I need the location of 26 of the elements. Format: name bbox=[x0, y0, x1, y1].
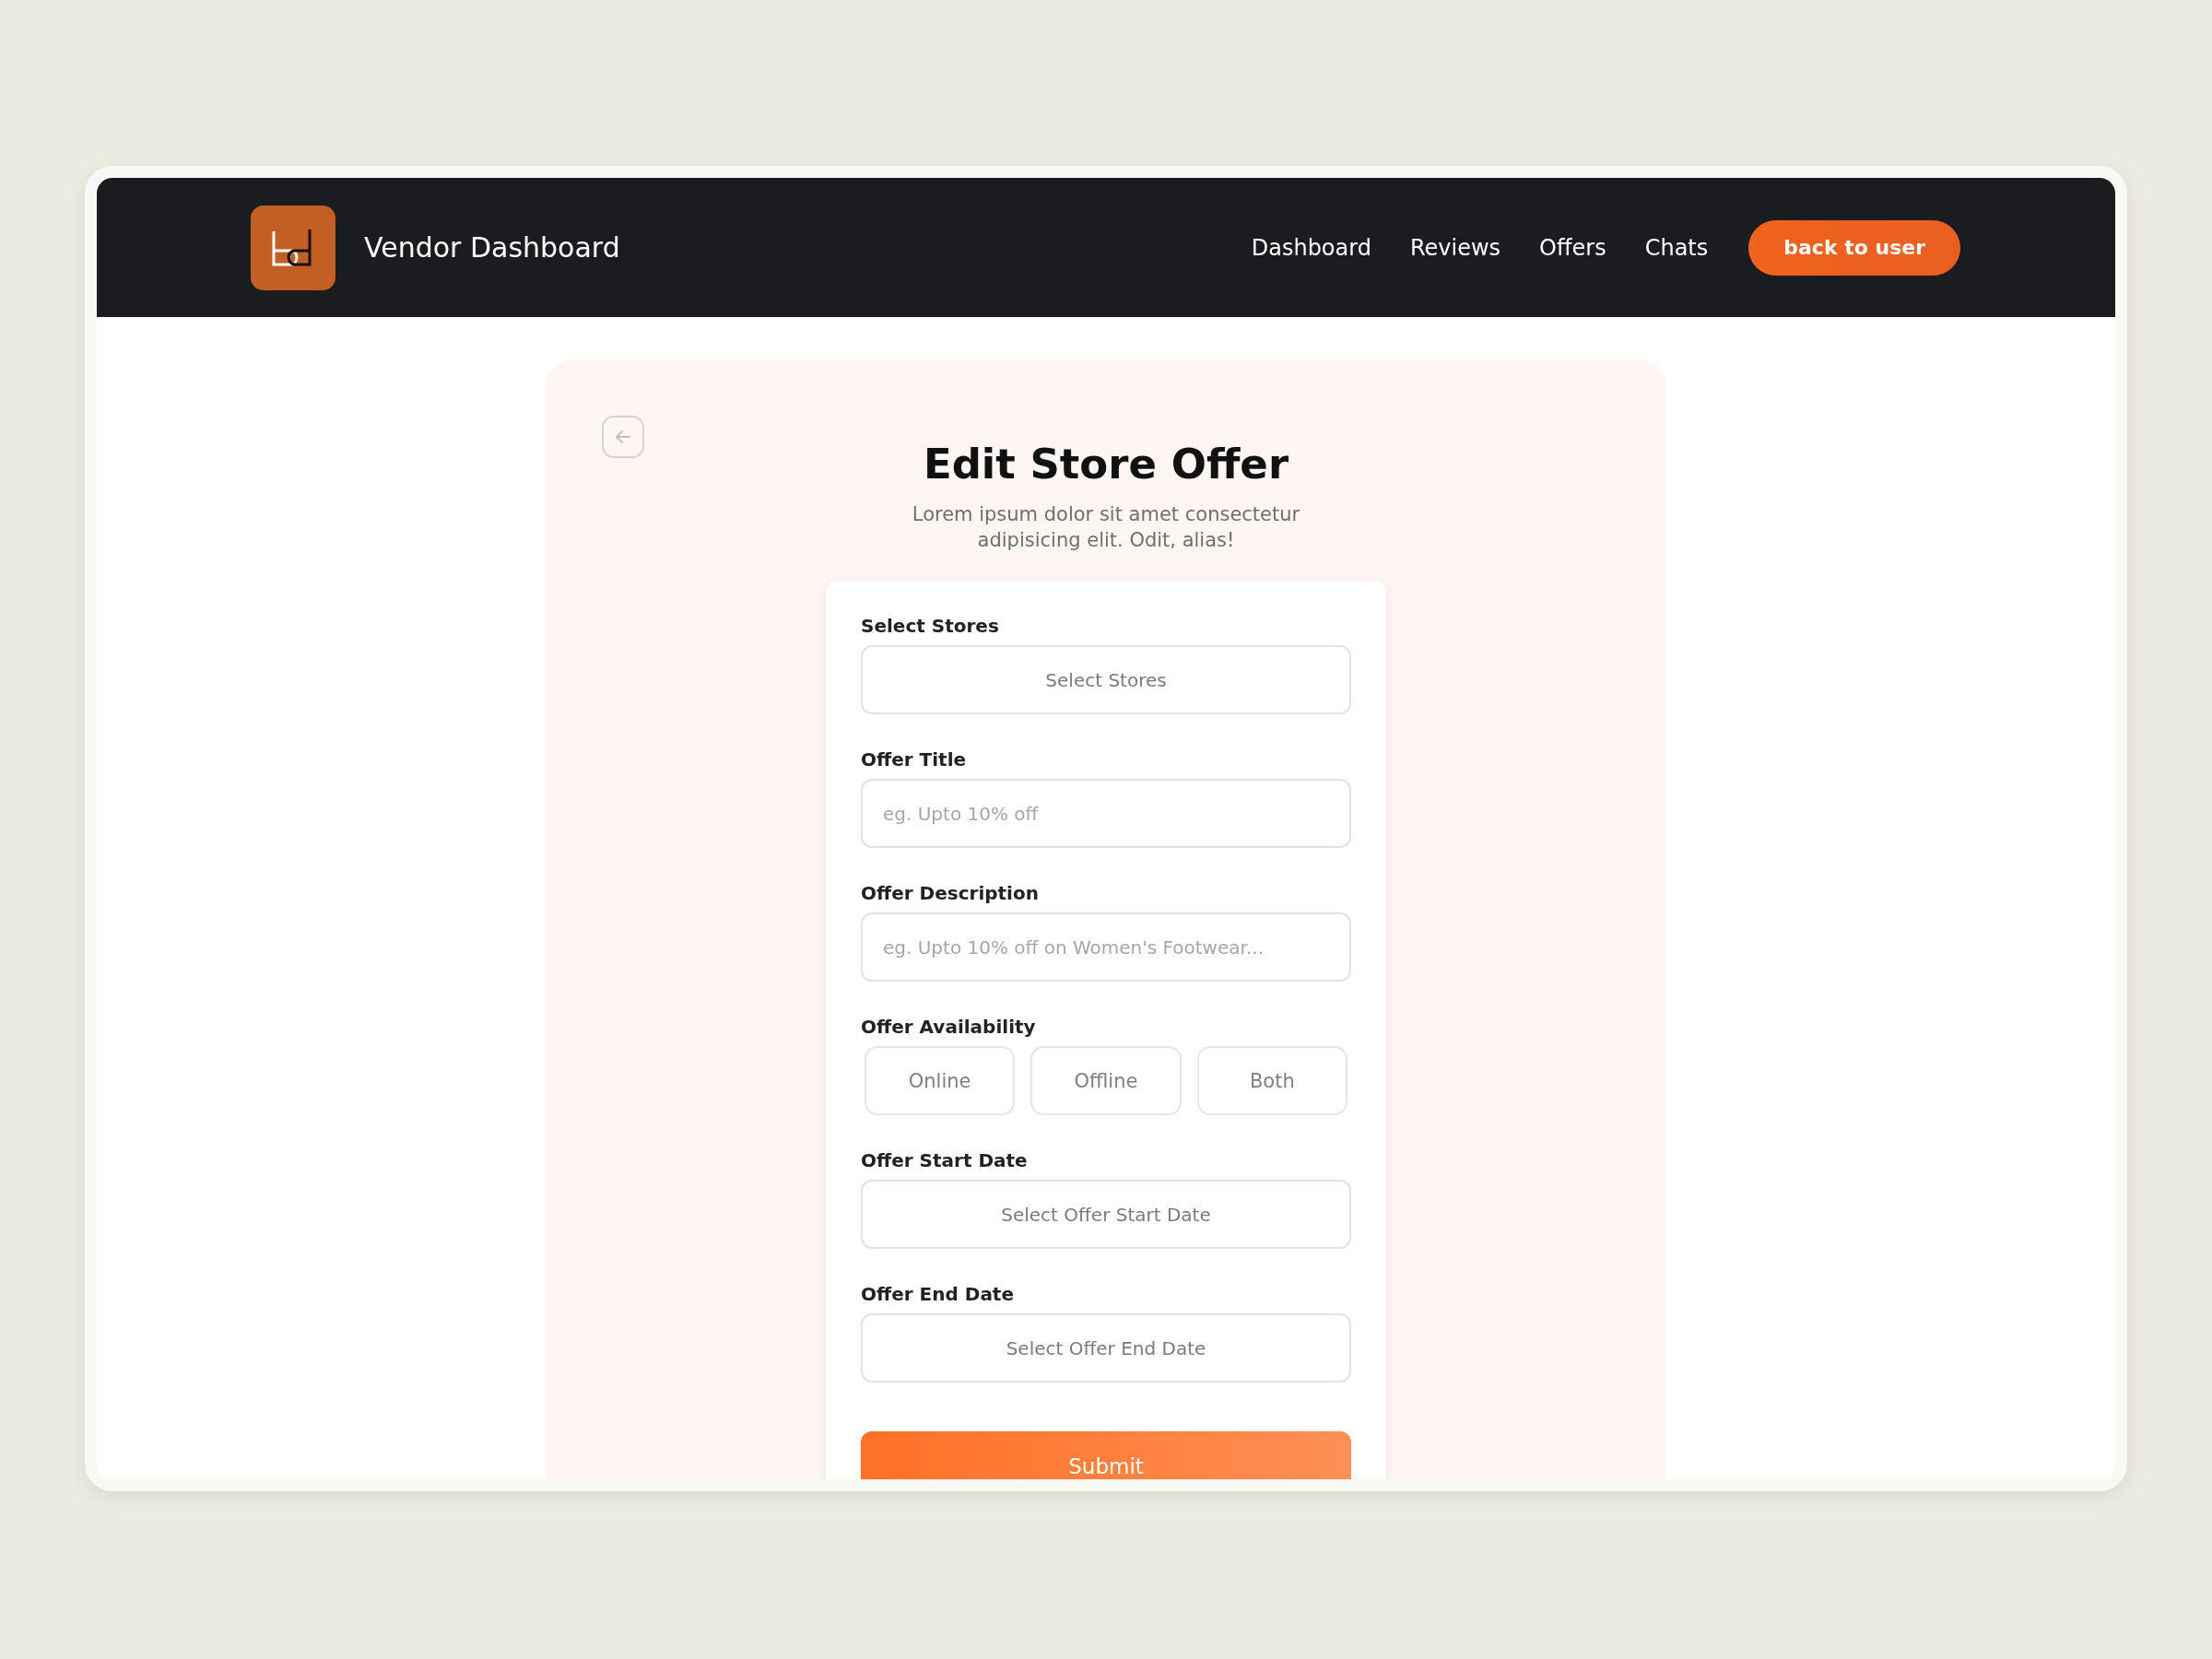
option-button[interactable]: Online bbox=[865, 1046, 1016, 1115]
field-label: Offer Description bbox=[861, 881, 1040, 905]
back-button[interactable] bbox=[602, 416, 644, 458]
select-field[interactable]: Select Offer Start Date bbox=[861, 1180, 1351, 1249]
back-to-user-button[interactable]: back to user bbox=[1748, 219, 1960, 276]
app-title: Vendor Dashboard bbox=[364, 231, 620, 264]
field-label: Offer Start Date bbox=[861, 1148, 1029, 1172]
field-label: Offer Title bbox=[861, 747, 968, 771]
nav-link[interactable]: Chats bbox=[1644, 234, 1709, 261]
field-label: Offer End Date bbox=[861, 1282, 1015, 1306]
input-field[interactable]: eg. Upto 10% off on Women's Footwear... bbox=[861, 912, 1351, 982]
nav-link[interactable]: Dashboard bbox=[1251, 234, 1371, 261]
nav-link[interactable]: Reviews bbox=[1409, 234, 1501, 261]
input-field[interactable]: eg. Upto 10% off bbox=[861, 779, 1351, 848]
option-button[interactable]: Both bbox=[1196, 1046, 1347, 1115]
logo-icon bbox=[251, 205, 335, 290]
field-label: Offer Availability bbox=[861, 1015, 1037, 1039]
page-subtitle: Lorem ipsum dolor sit amet consectetur adipisicing elit. Odit, alias! bbox=[911, 502, 1301, 553]
select-field[interactable]: Select Offer End Date bbox=[861, 1313, 1351, 1382]
field-label: Select Stores bbox=[861, 614, 1000, 638]
arrow-left-icon bbox=[614, 428, 632, 446]
page-title: Edit Store Offer bbox=[923, 440, 1289, 488]
option-button[interactable]: Offline bbox=[1030, 1046, 1182, 1115]
select-field[interactable]: Select Stores bbox=[861, 645, 1351, 714]
nav-link[interactable]: Offers bbox=[1539, 234, 1606, 261]
submit-button[interactable]: Submit bbox=[861, 1431, 1351, 1479]
